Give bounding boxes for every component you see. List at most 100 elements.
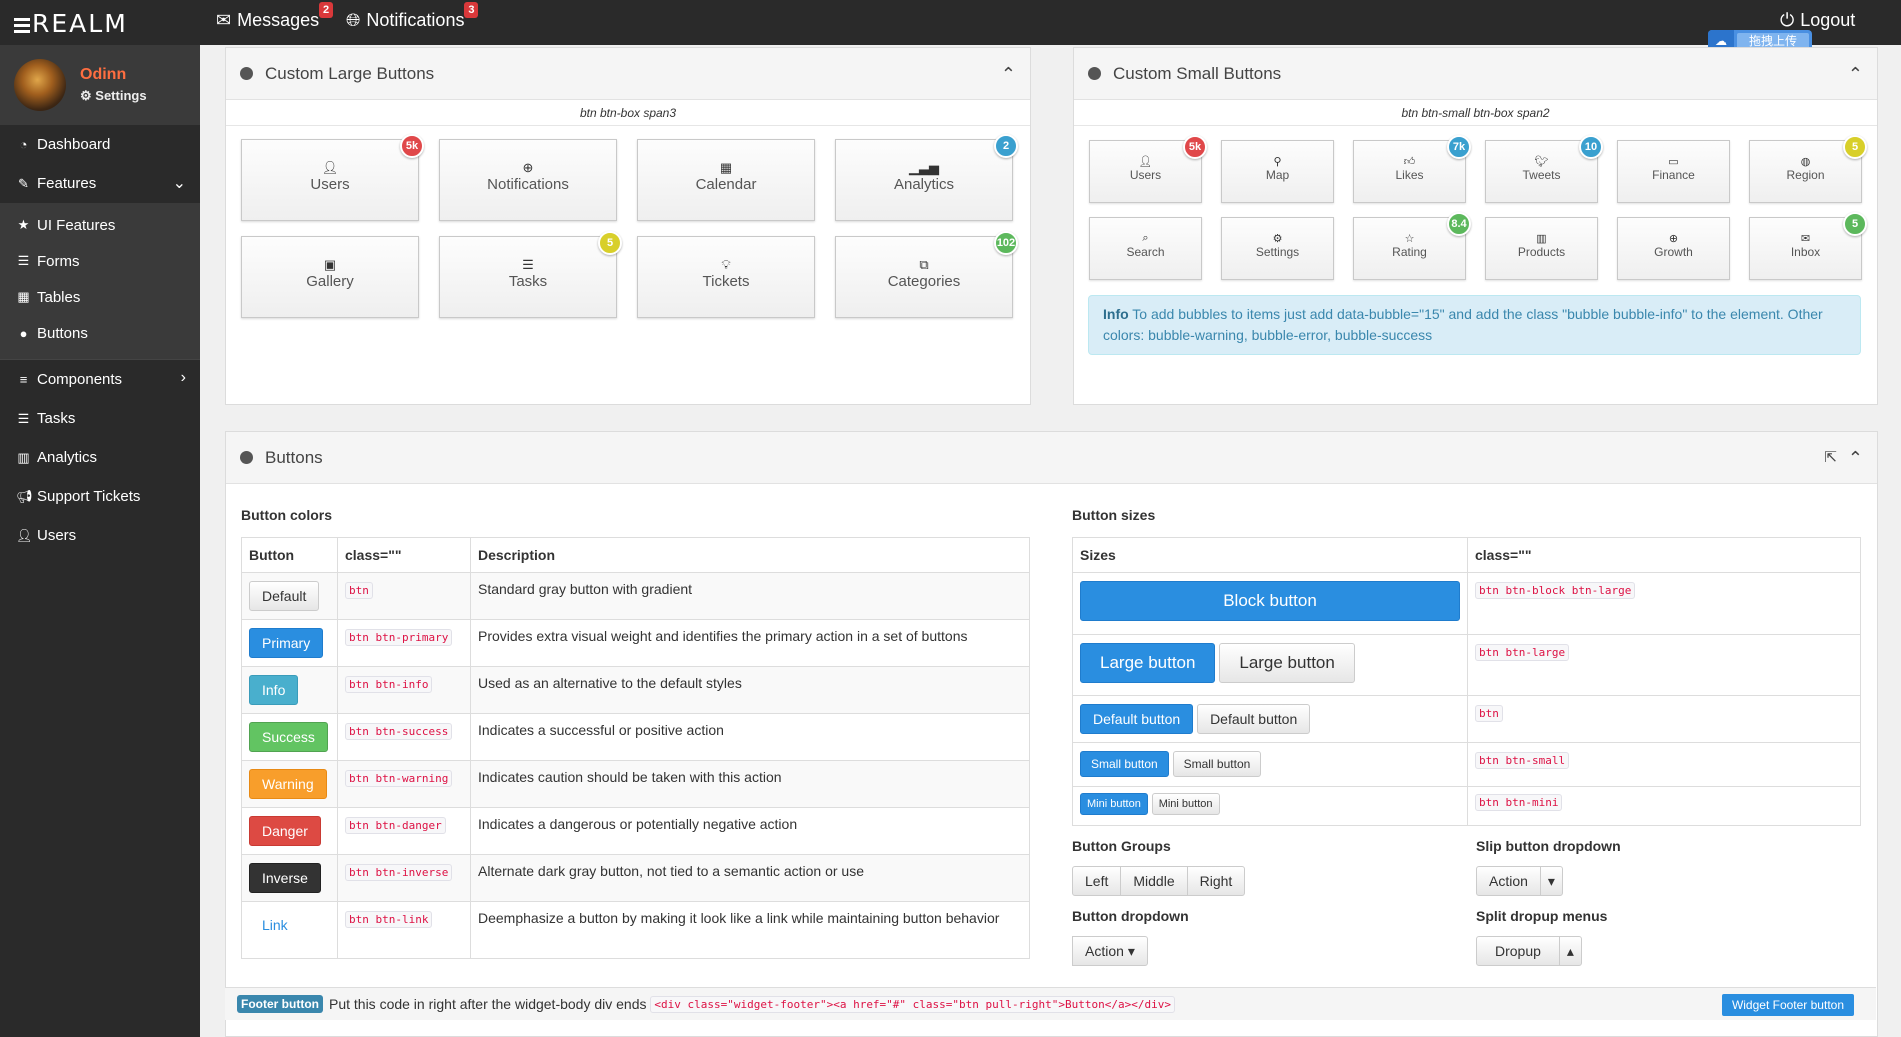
description-cell: Deemphasize a button by making it look l… bbox=[470, 901, 1030, 959]
twitter-icon: 🐦︎ bbox=[1534, 156, 1549, 168]
collapse-icon[interactable]: ⌃ bbox=[1848, 448, 1863, 469]
danger-button[interactable]: Danger bbox=[249, 816, 321, 846]
box-button-label: Rating bbox=[1392, 245, 1427, 259]
default-button[interactable]: Default bbox=[249, 581, 320, 611]
sidebar-item-dashboard[interactable]: ◔ Dashboard bbox=[0, 125, 200, 164]
class-code: btn bbox=[345, 582, 373, 599]
gear-icon: ⚙ bbox=[80, 88, 92, 103]
slip-dropdown: Action ▾ bbox=[1476, 866, 1563, 896]
collapse-icon[interactable]: ⌃ bbox=[1848, 64, 1863, 85]
count-bubble: 10 bbox=[1579, 135, 1603, 159]
sidebar-item-components[interactable]: ≡ Components › bbox=[0, 360, 200, 399]
sidebar-item-features[interactable]: ✎ Features ⌄ bbox=[0, 164, 200, 203]
star-icon: ☆ bbox=[1404, 233, 1415, 245]
likes-box-button[interactable]: 👍︎ Likes 7k bbox=[1353, 135, 1471, 203]
region-box-button[interactable]: ◍ Region 5 bbox=[1749, 135, 1867, 203]
class-code: btn btn-inverse bbox=[345, 864, 453, 881]
box-button-label: Region bbox=[1786, 168, 1825, 182]
avatar[interactable] bbox=[14, 59, 66, 111]
link-button[interactable]: Link bbox=[249, 910, 301, 940]
users-box-button[interactable]: 👤︎ Users 5k bbox=[1089, 135, 1207, 203]
box-button-label: Calendar bbox=[695, 176, 757, 193]
tasks-icon: ☰ bbox=[17, 410, 30, 426]
info-button[interactable]: Info bbox=[249, 675, 299, 705]
sidebar-item-tasks[interactable]: ☰ Tasks bbox=[0, 399, 200, 438]
dropup-button[interactable]: Dropup bbox=[1476, 936, 1560, 966]
class-code: btn btn-primary bbox=[345, 629, 453, 646]
default-primary-button[interactable]: Default button bbox=[1080, 704, 1194, 734]
profile-name[interactable]: Odinn bbox=[80, 66, 126, 84]
dropdown-action-button[interactable]: Action ▾ bbox=[1072, 936, 1148, 966]
split-dropup: Dropup ▴ bbox=[1476, 936, 1582, 966]
profile-settings-link[interactable]: ⚙ Settings bbox=[80, 88, 147, 104]
settings-box-button[interactable]: ⚙ Settings bbox=[1221, 217, 1334, 280]
table-row: Default btn Standard gray button with grad… bbox=[241, 572, 1030, 620]
box-button-label: Gallery bbox=[306, 273, 354, 290]
map-box-button[interactable]: ⚲ Map bbox=[1221, 140, 1334, 203]
logout-link[interactable]: ⏻ Logout bbox=[1780, 10, 1855, 31]
description-cell: Standard gray button with gradient bbox=[470, 572, 1030, 620]
tasks-box-button[interactable]: ☰ Tasks 5 bbox=[439, 231, 622, 318]
group-right-button[interactable]: Right bbox=[1186, 866, 1246, 896]
class-code: btn btn-info bbox=[345, 676, 433, 693]
finance-box-button[interactable]: ▭ Finance bbox=[1617, 140, 1730, 203]
tweets-box-button[interactable]: 🐦︎ Tweets 10 bbox=[1485, 135, 1603, 203]
search-box-button[interactable]: ⌕ Search bbox=[1089, 217, 1202, 280]
panel-subtitle: btn btn-box span3 bbox=[226, 100, 1030, 126]
tickets-box-button[interactable]: 💡︎ Tickets bbox=[637, 236, 815, 318]
button-groups-title: Button Groups bbox=[1072, 838, 1171, 854]
success-button[interactable]: Success bbox=[249, 722, 328, 752]
dashboard-icon: ◔ bbox=[19, 137, 28, 152]
analytics-box-button[interactable]: ▁▃▅ Analytics 2 bbox=[835, 134, 1018, 221]
widget-footer-button[interactable]: Widget Footer button bbox=[1721, 994, 1854, 1016]
box-button-label: Settings bbox=[1255, 245, 1300, 259]
plus-circle-icon: ⊕ bbox=[522, 160, 534, 175]
inbox-box-button[interactable]: ✉ Inbox 5 bbox=[1749, 212, 1867, 280]
brand-logo[interactable]: REALM bbox=[14, 9, 128, 38]
tasks-icon: ☰ bbox=[522, 257, 534, 272]
mini-primary-button[interactable]: Mini button bbox=[1080, 793, 1148, 815]
products-box-button[interactable]: ▥ Products bbox=[1485, 217, 1598, 280]
sidebar-item-buttons[interactable]: ● Buttons bbox=[0, 315, 200, 351]
slip-action-button[interactable]: Action bbox=[1476, 866, 1541, 896]
caret-down-icon[interactable]: ▾ bbox=[1539, 866, 1563, 896]
sidebar-item-ui-features[interactable]: ★ UI Features bbox=[0, 207, 200, 243]
signal-icon: ▁▃▅ bbox=[909, 160, 939, 175]
default-default-button[interactable]: Default button bbox=[1197, 704, 1311, 734]
column-header: class="" bbox=[337, 537, 471, 573]
calendar-box-button[interactable]: ▦ Calendar bbox=[637, 139, 815, 221]
small-primary-button[interactable]: Small button bbox=[1080, 751, 1169, 777]
box-button-label: Likes bbox=[1395, 168, 1424, 182]
primary-button[interactable]: Primary bbox=[249, 628, 324, 658]
block-button[interactable]: Block button bbox=[1080, 581, 1460, 621]
large-default-button[interactable]: Large button bbox=[1219, 643, 1355, 683]
box-button-label: Finance bbox=[1652, 168, 1695, 182]
sidebar-item-support[interactable]: 📢︎ Support Tickets bbox=[0, 477, 200, 516]
rating-box-button[interactable]: ☆ Rating 8.4 bbox=[1353, 212, 1471, 280]
sidebar-item-users[interactable]: 👤︎ Users bbox=[0, 516, 200, 555]
table-row: Primary btn btn-primary Provides extra vis… bbox=[241, 619, 1030, 667]
circle-icon: ● bbox=[19, 325, 28, 341]
small-default-button[interactable]: Small button bbox=[1172, 751, 1262, 777]
messages-link[interactable]: ✉ Messages 2 bbox=[216, 2, 334, 31]
group-middle-button[interactable]: Middle bbox=[1120, 866, 1188, 896]
growth-box-button[interactable]: ⊕ Growth bbox=[1617, 217, 1730, 280]
gallery-box-button[interactable]: ▣ Gallery bbox=[241, 236, 419, 318]
sidebar-item-tables[interactable]: ▦ Tables bbox=[0, 279, 200, 315]
sidebar-item-analytics[interactable]: ▥ Analytics bbox=[0, 438, 200, 477]
large-primary-button[interactable]: Large button bbox=[1080, 643, 1216, 683]
external-link-icon[interactable]: ⇱ bbox=[1824, 448, 1837, 466]
sidebar-item-forms[interactable]: ☰ Forms bbox=[0, 243, 200, 279]
notifications-box-button[interactable]: ⊕ Notifications bbox=[439, 139, 617, 221]
group-left-button[interactable]: Left bbox=[1072, 866, 1122, 896]
users-box-button[interactable]: 👤︎ Users 5k bbox=[241, 134, 424, 221]
notifications-link[interactable]: 🌐︎ Notifications 3 bbox=[346, 2, 479, 31]
categories-box-button[interactable]: ⧉ Categories 102 bbox=[835, 231, 1018, 318]
box-button-label: Notifications bbox=[487, 176, 569, 193]
caret-up-icon[interactable]: ▴ bbox=[1558, 936, 1582, 966]
collapse-icon[interactable]: ⌃ bbox=[1001, 64, 1016, 85]
button-sizes-table: Sizes class="" Block button btn btn-bloc… bbox=[1072, 537, 1861, 826]
mini-default-button[interactable]: Mini button bbox=[1151, 793, 1220, 815]
inverse-button[interactable]: Inverse bbox=[249, 863, 321, 893]
warning-button[interactable]: Warning bbox=[249, 769, 327, 799]
